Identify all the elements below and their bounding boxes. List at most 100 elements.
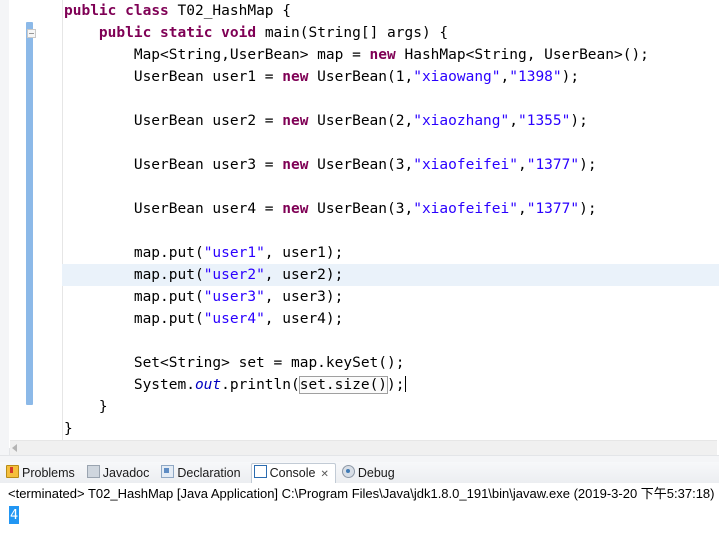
code-line-text: public static void main(String[] args) {: [64, 25, 448, 41]
code-line[interactable]: map.put("user4", user4);: [62, 308, 719, 330]
tab-label: Declaration: [177, 466, 241, 480]
code-line[interactable]: map.put("user2", user2);: [62, 264, 719, 286]
code-line[interactable]: [62, 220, 719, 242]
code-line-text: map.put("user1", user1);: [64, 245, 344, 261]
text-caret: [404, 376, 406, 392]
code-line-text: UserBean user2 = new UserBean(2,"xiaozha…: [64, 113, 588, 129]
code-line[interactable]: map.put("user3", user3);: [62, 286, 719, 308]
java-keyword: class: [125, 3, 169, 19]
code-line[interactable]: Set<String> set = map.keySet();: [62, 352, 719, 374]
code-text: , user4);: [264, 311, 344, 327]
tab-declaration[interactable]: Declaration: [159, 463, 246, 483]
code-fold-collapse-icon[interactable]: [27, 29, 36, 38]
string-literal: "xiaofeifei": [413, 201, 518, 217]
code-line[interactable]: System.out.println(set.size());: [62, 374, 719, 396]
javadoc-icon: [86, 465, 100, 478]
eclipse-ide-window: public class T02_HashMap { public static…: [0, 0, 719, 536]
code-text: T02_HashMap {: [168, 3, 292, 19]
close-icon[interactable]: ✕: [320, 465, 328, 484]
code-line[interactable]: [62, 176, 719, 198]
java-keyword: public: [98, 25, 152, 41]
code-line-text: map.put("user3", user3);: [64, 289, 344, 305]
code-text: ,: [517, 201, 527, 217]
code-line[interactable]: }: [62, 396, 719, 418]
java-editor[interactable]: public class T02_HashMap { public static…: [0, 0, 719, 463]
code-text: System.: [133, 377, 195, 393]
console-view[interactable]: <terminated> T02_HashMap [Java Applicati…: [0, 483, 719, 536]
java-keyword: new: [282, 69, 309, 85]
tab-problems[interactable]: Problems: [4, 463, 81, 483]
code-line[interactable]: public static void main(String[] args) {: [62, 22, 719, 44]
code-line[interactable]: }: [62, 418, 719, 440]
editor-gutter[interactable]: [9, 0, 63, 448]
code-text: UserBean(3,: [308, 157, 414, 173]
tab-console[interactable]: Console ✕: [250, 463, 336, 484]
code-line-text: }: [64, 421, 73, 437]
code-line[interactable]: UserBean user4 = new UserBean(3,"xiaofei…: [62, 198, 719, 220]
code-line-text: UserBean user1 = new UserBean(1,"xiaowan…: [64, 69, 579, 85]
code-line[interactable]: UserBean user3 = new UserBean(3,"xiaofei…: [62, 154, 719, 176]
static-field-ref: out: [194, 377, 222, 393]
code-text: }: [98, 399, 108, 415]
string-literal: "user1": [203, 245, 265, 261]
string-literal: "1377": [526, 157, 580, 173]
code-line[interactable]: UserBean user1 = new UserBean(1,"xiaowan…: [62, 66, 719, 88]
java-keyword: public: [64, 3, 117, 19]
code-line[interactable]: [62, 88, 719, 110]
string-literal: "xiaofeifei": [413, 157, 518, 173]
tab-label: Console: [269, 466, 316, 480]
tab-label: Problems: [22, 466, 75, 480]
tab-javadoc[interactable]: Javadoc: [85, 463, 156, 483]
debug-icon: [341, 465, 355, 478]
java-keyword: new: [282, 201, 309, 217]
code-line[interactable]: UserBean user2 = new UserBean(2,"xiaozha…: [62, 110, 719, 132]
editor-horizontal-scrollbar[interactable]: [10, 440, 717, 455]
code-text: );: [570, 113, 588, 129]
code-text: UserBean user1 =: [133, 69, 283, 85]
code-line-text: public class T02_HashMap {: [64, 3, 291, 19]
string-literal: "1355": [517, 113, 571, 129]
view-tab-bar[interactable]: Problems Javadoc Declaration Console ✕ Debug: [0, 462, 719, 484]
string-literal: "xiaozhang": [413, 113, 510, 129]
code-text: HashMap<String, UserBean>();: [395, 47, 649, 63]
code-text: main(String[] args) {: [256, 25, 449, 41]
code-text: , user2);: [264, 267, 344, 283]
code-text: }: [64, 421, 73, 437]
code-text: map.put(: [133, 311, 204, 327]
code-line-text: map.put("user2", user2);: [64, 267, 344, 283]
code-line-text: UserBean user3 = new UserBean(3,"xiaofei…: [64, 157, 597, 173]
code-content-area[interactable]: public class T02_HashMap { public static…: [62, 0, 719, 448]
code-line-text: Map<String,UserBean> map = new HashMap<S…: [64, 47, 649, 63]
code-text: map.put(: [133, 289, 204, 305]
code-text: UserBean user4 =: [133, 201, 283, 217]
code-text: );: [579, 201, 597, 217]
code-line[interactable]: map.put("user1", user1);: [62, 242, 719, 264]
code-text: ,: [500, 69, 510, 85]
console-output-line[interactable]: 4: [0, 504, 719, 526]
bottom-view-panel: Problems Javadoc Declaration Console ✕ Debug …: [0, 462, 719, 536]
selected-expression: set.size(): [298, 376, 389, 394]
string-literal: "1398": [509, 69, 562, 85]
code-line-text: }: [64, 399, 108, 415]
string-literal: "user2": [203, 267, 265, 283]
code-text: UserBean user2 =: [133, 113, 283, 129]
code-line[interactable]: [62, 132, 719, 154]
code-line[interactable]: Map<String,UserBean> map = new HashMap<S…: [62, 44, 719, 66]
code-line[interactable]: [62, 330, 719, 352]
java-keyword: new: [282, 113, 309, 129]
string-literal: "xiaowang": [413, 69, 501, 85]
code-line-text: map.put("user4", user4);: [64, 311, 344, 327]
code-text: Set<String> set = map.keySet();: [133, 355, 405, 371]
java-keyword: new: [369, 47, 396, 63]
string-literal: "user3": [203, 289, 265, 305]
tab-label: Debug: [357, 466, 395, 480]
tab-debug[interactable]: Debug: [340, 463, 401, 483]
code-line-text: UserBean user4 = new UserBean(3,"xiaofei…: [64, 201, 597, 217]
code-text: UserBean(3,: [308, 201, 414, 217]
code-line[interactable]: public class T02_HashMap {: [62, 0, 719, 22]
code-line-text: Set<String> set = map.keySet();: [64, 355, 405, 371]
scroll-left-arrow-icon[interactable]: [12, 444, 17, 452]
